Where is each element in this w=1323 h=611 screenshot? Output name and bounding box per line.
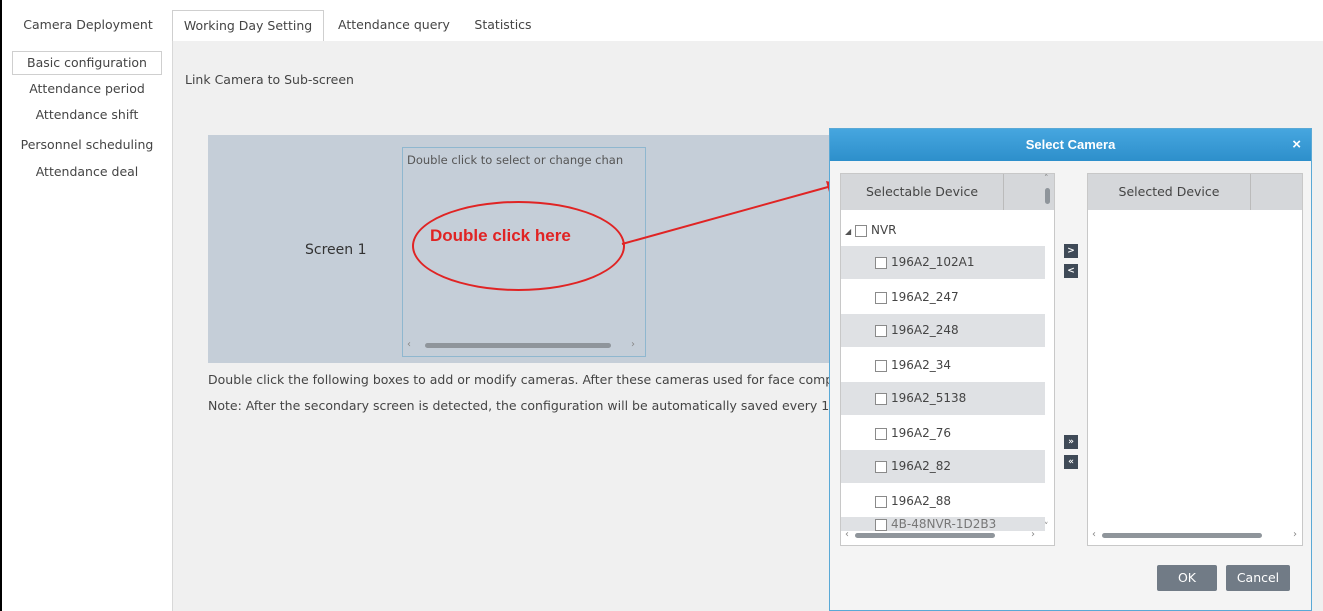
checkbox[interactable]	[875, 324, 887, 337]
device-label: 196A2_88	[891, 494, 952, 508]
checkbox[interactable]	[875, 495, 887, 508]
tree-root-nvr[interactable]: ◢ NVR	[841, 214, 1045, 247]
scroll-down-icon[interactable]: ˅	[1044, 522, 1049, 532]
device-label: 196A2_76	[891, 426, 952, 440]
checkbox[interactable]	[875, 427, 887, 440]
select-camera-dialog: Select Camera × Selectable Device ◢ NVR …	[829, 128, 1312, 611]
checkbox[interactable]	[875, 518, 887, 531]
list-item[interactable]: 196A2_102A1	[841, 246, 1045, 279]
vertical-scrollbar[interactable]: ˄ ˅	[1044, 174, 1052, 532]
list-item[interactable]: 196A2_248	[841, 314, 1045, 347]
description-text: Double click the following boxes to add …	[208, 372, 841, 387]
scroll-thumb[interactable]	[1045, 188, 1050, 204]
cancel-button[interactable]: Cancel	[1226, 565, 1290, 591]
move-all-right-icon[interactable]: »	[1064, 435, 1078, 449]
move-right-icon[interactable]: >	[1064, 244, 1078, 258]
selectable-device-panel: Selectable Device ◢ NVR 196A2_102A1 196A…	[840, 173, 1055, 546]
device-label: 196A2_102A1	[891, 255, 975, 269]
scroll-right-icon[interactable]: ›	[1293, 529, 1297, 541]
list-item[interactable]: 4B-48NVR-1D2B3	[841, 517, 1045, 531]
list-item[interactable]: 196A2_34	[841, 349, 1045, 382]
dialog-header: Select Camera ×	[830, 129, 1311, 161]
device-label: 4B-48NVR-1D2B3	[891, 517, 997, 531]
dialog-title: Select Camera	[1025, 137, 1116, 152]
scroll-thumb[interactable]	[855, 533, 995, 538]
device-label: 196A2_247	[891, 290, 959, 304]
list-item[interactable]: 196A2_5138	[841, 382, 1045, 415]
scroll-up-icon[interactable]: ˄	[1044, 174, 1049, 184]
scroll-left-icon[interactable]: ‹	[845, 529, 849, 541]
expand-arrow-icon[interactable]: ◢	[845, 227, 851, 236]
checkbox[interactable]	[875, 359, 887, 372]
selectable-device-header: Selectable Device	[841, 174, 1054, 210]
selectable-device-label: Selectable Device	[841, 174, 1004, 210]
checkbox[interactable]	[875, 256, 887, 269]
checkbox[interactable]	[875, 460, 887, 473]
scroll-left-icon[interactable]: ‹	[1092, 529, 1096, 541]
move-left-icon[interactable]: <	[1064, 264, 1078, 278]
selected-device-label: Selected Device	[1088, 174, 1251, 210]
horizontal-scrollbar[interactable]: ‹ ›	[1092, 529, 1297, 541]
selected-device-panel: Selected Device ‹ ›	[1087, 173, 1303, 546]
device-label: 196A2_82	[891, 459, 952, 473]
tree-root-label: NVR	[870, 223, 897, 237]
checkbox[interactable]	[875, 291, 887, 304]
list-item[interactable]: 196A2_88	[841, 485, 1045, 518]
close-icon[interactable]: ×	[1292, 129, 1301, 161]
device-label: 196A2_34	[891, 358, 952, 372]
scroll-thumb[interactable]	[1102, 533, 1262, 538]
ok-button[interactable]: OK	[1157, 565, 1217, 591]
note-text: Note: After the secondary screen is dete…	[208, 398, 848, 413]
list-item[interactable]: 196A2_247	[841, 281, 1045, 314]
list-item[interactable]: 196A2_76	[841, 417, 1045, 450]
device-label: 196A2_248	[891, 323, 959, 337]
device-label: 196A2_5138	[891, 391, 967, 405]
horizontal-scrollbar[interactable]: ‹ ›	[845, 529, 1035, 541]
checkbox[interactable]	[875, 392, 887, 405]
checkbox[interactable]	[854, 224, 867, 237]
selected-device-header: Selected Device	[1088, 174, 1302, 210]
scroll-right-icon[interactable]: ›	[1031, 529, 1035, 541]
move-all-left-icon[interactable]: «	[1064, 455, 1078, 469]
list-item[interactable]: 196A2_82	[841, 450, 1045, 483]
